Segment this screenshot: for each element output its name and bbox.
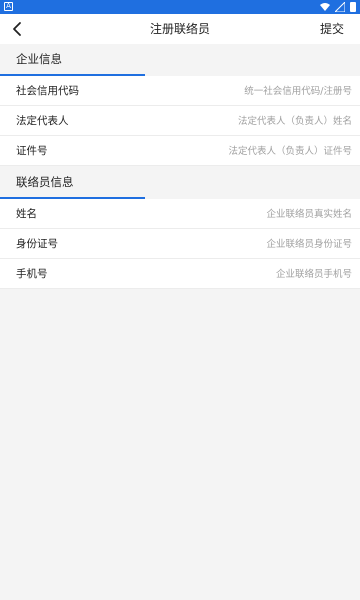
field-label: 法定代表人 (16, 115, 69, 127)
section-header-company: 企业信息 (0, 44, 360, 76)
form-row-phone: 手机号 (0, 259, 360, 289)
notification-icon: A (4, 2, 13, 11)
contact-id-card-input[interactable] (162, 234, 352, 254)
field-label: 证件号 (16, 145, 48, 157)
wifi-icon (320, 3, 330, 11)
section-title: 企业信息 (16, 52, 62, 66)
legal-rep-input[interactable] (162, 111, 352, 131)
company-info-form: 社会信用代码 法定代表人 证件号 (0, 76, 360, 166)
field-label: 社会信用代码 (16, 85, 79, 97)
field-label: 姓名 (16, 208, 37, 220)
contact-info-form: 姓名 身份证号 手机号 (0, 199, 360, 289)
signal-icon (335, 2, 345, 12)
form-row-legal-rep: 法定代表人 (0, 106, 360, 136)
status-icons (320, 1, 356, 13)
section-title: 联络员信息 (16, 175, 74, 189)
form-row-id-number: 证件号 (0, 136, 360, 166)
section-header-contact: 联络员信息 (0, 167, 360, 199)
contact-name-input[interactable] (162, 204, 352, 224)
legal-rep-id-input[interactable] (162, 141, 352, 161)
credit-code-input[interactable] (162, 81, 352, 101)
field-label: 手机号 (16, 268, 48, 280)
contact-phone-input[interactable] (162, 264, 352, 284)
header-bar: 注册联络员 提交 (0, 14, 360, 44)
field-label: 身份证号 (16, 238, 58, 250)
status-bar: A (0, 0, 360, 14)
form-row-id-card: 身份证号 (0, 229, 360, 259)
page-title: 注册联络员 (149, 22, 210, 36)
battery-icon (350, 2, 356, 12)
form-row-name: 姓名 (0, 199, 360, 229)
submit-button[interactable]: 提交 (320, 14, 344, 44)
form-row-credit-code: 社会信用代码 (0, 76, 360, 106)
